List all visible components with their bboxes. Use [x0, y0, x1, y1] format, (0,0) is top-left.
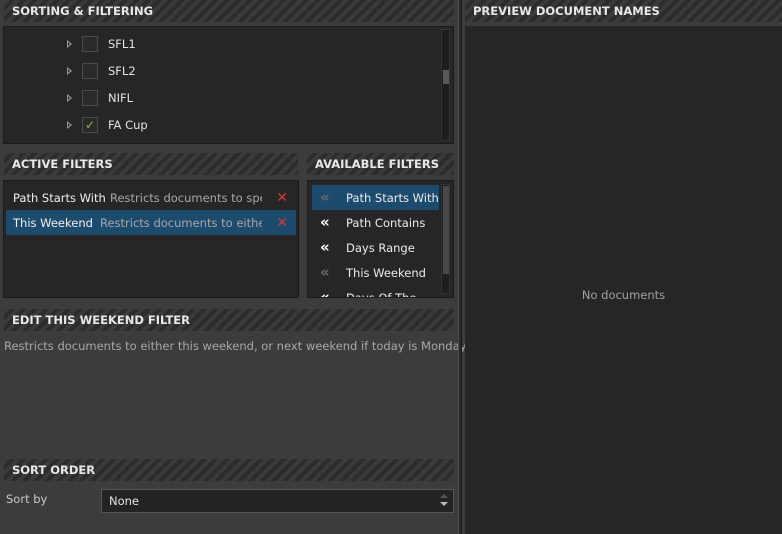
add-filter-chevron-icon[interactable]: « [320, 290, 336, 298]
available-filter-label: Days Range [346, 240, 415, 255]
sort-by-select[interactable]: None [101, 489, 454, 513]
spinner-arrows-icon[interactable] [440, 494, 448, 508]
active-filter-description: Restricts documents to speci... [110, 190, 262, 205]
preview-list: No documents [465, 26, 782, 534]
tree-item[interactable]: SFL2 [4, 57, 136, 84]
empty-message: No documents [581, 288, 666, 302]
tree-scrollbar-thumb[interactable] [443, 70, 449, 84]
checkbox[interactable] [82, 89, 98, 106]
tree-item[interactable]: SFL1 [4, 30, 136, 57]
app-root: SORTING & FILTERING SFL1 SFL2 NIFL ✓ FA … [0, 0, 782, 534]
edit-filter-description: Restricts documents to either this weeke… [4, 339, 499, 353]
active-filters-header: ACTIVE FILTERS [4, 153, 298, 175]
available-filter-item[interactable]: « Days Of The [312, 285, 439, 298]
active-filters-list: Path Starts With Restricts documents to … [3, 180, 299, 298]
available-filter-label: Path Starts With [346, 190, 439, 205]
sorting-filtering-header: SORTING & FILTERING [4, 0, 454, 22]
available-filters-scrollbar-thumb[interactable] [443, 186, 449, 274]
available-filter-label: Days Of The [346, 290, 417, 298]
available-filter-item[interactable]: « This Weekend [312, 260, 439, 285]
add-filter-chevron-icon[interactable]: « [320, 215, 336, 230]
available-filters-list: « Path Starts With « Path Contains « Day… [307, 180, 454, 298]
expand-arrow-icon[interactable] [67, 66, 72, 75]
tree-item[interactable]: NIFL [4, 84, 133, 111]
edit-filter-header: EDIT THIS WEEKEND FILTER [4, 309, 454, 331]
preview-header: PREVIEW DOCUMENT NAMES [465, 0, 782, 22]
available-filters-header: AVAILABLE FILTERS [307, 153, 454, 175]
active-filter-name: Path Starts With [13, 190, 106, 205]
available-filter-item[interactable]: « Path Starts With [312, 185, 439, 210]
tree-item-label: FA Cup [108, 117, 148, 132]
available-filters-scrollbar[interactable] [441, 184, 450, 294]
add-filter-chevron-icon[interactable]: « [320, 190, 336, 205]
tree-item-label: SFL2 [108, 63, 136, 78]
active-filter-description: Restricts documents to either ... [100, 215, 262, 230]
active-filter-row[interactable]: Path Starts With Restricts documents to … [6, 185, 296, 210]
sort-order-header: SORT ORDER [4, 459, 454, 481]
expand-arrow-icon[interactable] [67, 120, 72, 129]
tree-scrollbar[interactable] [441, 29, 450, 141]
checkbox[interactable] [82, 62, 98, 79]
expand-arrow-icon[interactable] [67, 93, 72, 102]
add-filter-chevron-icon[interactable]: « [320, 240, 336, 255]
active-filter-name: This Weekend [13, 215, 93, 230]
available-filter-label: Path Contains [346, 215, 426, 230]
available-filter-item[interactable]: « Days Range [312, 235, 439, 260]
tree-item-label: NIFL [108, 90, 134, 105]
available-filter-item[interactable]: « Path Contains [312, 210, 439, 235]
remove-filter-icon[interactable]: ✕ [276, 215, 288, 231]
expand-arrow-icon[interactable] [67, 39, 72, 48]
remove-filter-icon[interactable]: ✕ [276, 190, 288, 206]
sort-by-value: None [109, 494, 140, 508]
checkbox-checked[interactable]: ✓ [82, 116, 98, 133]
panel-splitter[interactable] [458, 0, 462, 534]
active-filter-row-selected[interactable]: This Weekend Restricts documents to eith… [6, 210, 296, 235]
tree-item-label: SFL1 [108, 36, 136, 51]
category-tree: SFL1 SFL2 NIFL ✓ FA Cup [3, 26, 454, 144]
add-filter-chevron-icon[interactable]: « [320, 265, 336, 280]
available-filter-label: This Weekend [346, 265, 426, 280]
sort-by-label: Sort by [6, 492, 48, 506]
tree-item[interactable]: ✓ FA Cup [4, 111, 148, 138]
check-icon: ✓ [84, 117, 96, 132]
checkbox[interactable] [82, 35, 98, 52]
